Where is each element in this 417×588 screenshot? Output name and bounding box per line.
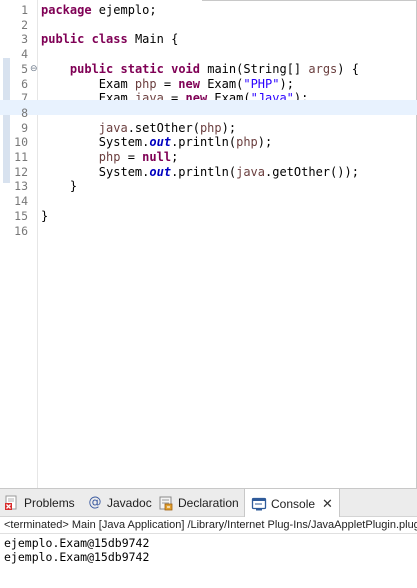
- code-line-14[interactable]: 14: [0, 194, 417, 209]
- line-number: 9: [21, 120, 28, 135]
- console-output-line: ejemplo.Exam@15db9742: [4, 550, 150, 564]
- line-number: 12: [14, 164, 28, 179]
- code-line-9[interactable]: 9 java.setOther(php);: [0, 121, 417, 136]
- code-line-4[interactable]: 4: [0, 47, 417, 62]
- line-number: 3: [21, 32, 28, 47]
- code-line-13[interactable]: 13 }: [0, 179, 417, 194]
- declaration-icon: [158, 495, 174, 511]
- editor-top-border: [202, 0, 417, 1]
- code-text: java.setOther(php);: [98, 120, 237, 135]
- tab-declaration[interactable]: Declaration: [158, 489, 239, 517]
- code-text: }: [41, 208, 49, 223]
- console-output-line: ejemplo.Exam@15db9742: [4, 536, 150, 550]
- at-icon: @: [88, 495, 102, 510]
- code-text: public static void main(String[] args) {: [69, 61, 359, 76]
- bottom-panel: Problems @ Javadoc Declaration Console ✕…: [0, 488, 417, 588]
- code-line-10[interactable]: 10 System.out.println(php);: [0, 135, 417, 150]
- code-text: public class Main {: [41, 32, 179, 47]
- code-text: package ejemplo;: [41, 3, 157, 17]
- line-number: 16: [14, 223, 28, 238]
- code-line-11[interactable]: 11 php = null;: [0, 150, 417, 165]
- line-number: 8: [21, 105, 28, 120]
- tab-console[interactable]: Console ✕: [244, 489, 340, 518]
- line-number: 15: [14, 208, 28, 223]
- code-line-1[interactable]: 1 package ejemplo;: [0, 3, 417, 18]
- line-number: 6: [21, 76, 28, 91]
- close-icon[interactable]: ✕: [322, 497, 333, 510]
- tab-problems[interactable]: Problems: [4, 489, 75, 517]
- code-text: System.out.println(java.getOther());: [41, 164, 359, 179]
- tab-declaration-label: Declaration: [178, 496, 239, 510]
- line-number: 11: [14, 150, 28, 164]
- line-number: 1: [21, 3, 28, 17]
- code-line-16[interactable]: 16: [0, 224, 417, 239]
- code-line-8-current[interactable]: 8: [0, 99, 417, 120]
- code-text: }: [41, 179, 78, 194]
- tab-console-label: Console: [271, 496, 316, 511]
- tab-javadoc[interactable]: @ Javadoc: [87, 489, 152, 517]
- code-editor[interactable]: 1 package ejemplo; 2 3 public class Main…: [0, 0, 417, 488]
- code-text: php = null;: [98, 150, 179, 164]
- code-line-12[interactable]: 12 System.out.println(java.getOther());: [0, 165, 417, 180]
- code-text: System.out.println(php);: [41, 135, 273, 150]
- collapse-icon[interactable]: ⊖: [30, 63, 38, 75]
- code-line-2[interactable]: 2: [0, 18, 417, 33]
- line-number: 14: [14, 194, 28, 209]
- code-text: Exam php = new Exam("PHP");: [41, 76, 294, 91]
- line-number: 10: [14, 135, 28, 150]
- problems-icon: [4, 495, 20, 511]
- line-number: 13: [14, 179, 28, 194]
- line-number: 4: [21, 47, 28, 62]
- view-tab-bar: Problems @ Javadoc Declaration Console ✕: [0, 488, 417, 518]
- console-icon: [251, 496, 267, 512]
- code-line-5[interactable]: 5 ⊖ public static void main(String[] arg…: [0, 62, 417, 77]
- code-line-3[interactable]: 3 public class Main {: [0, 32, 417, 47]
- line-number: 5: [21, 61, 28, 76]
- code-line-15[interactable]: 15 }: [0, 209, 417, 224]
- code-line-6[interactable]: 6 Exam php = new Exam("PHP");: [0, 77, 417, 92]
- console-status-line: <terminated> Main [Java Application] /Li…: [0, 517, 417, 534]
- tab-javadoc-label: Javadoc: [107, 496, 152, 510]
- line-number: 2: [21, 17, 28, 32]
- tab-problems-label: Problems: [24, 496, 75, 510]
